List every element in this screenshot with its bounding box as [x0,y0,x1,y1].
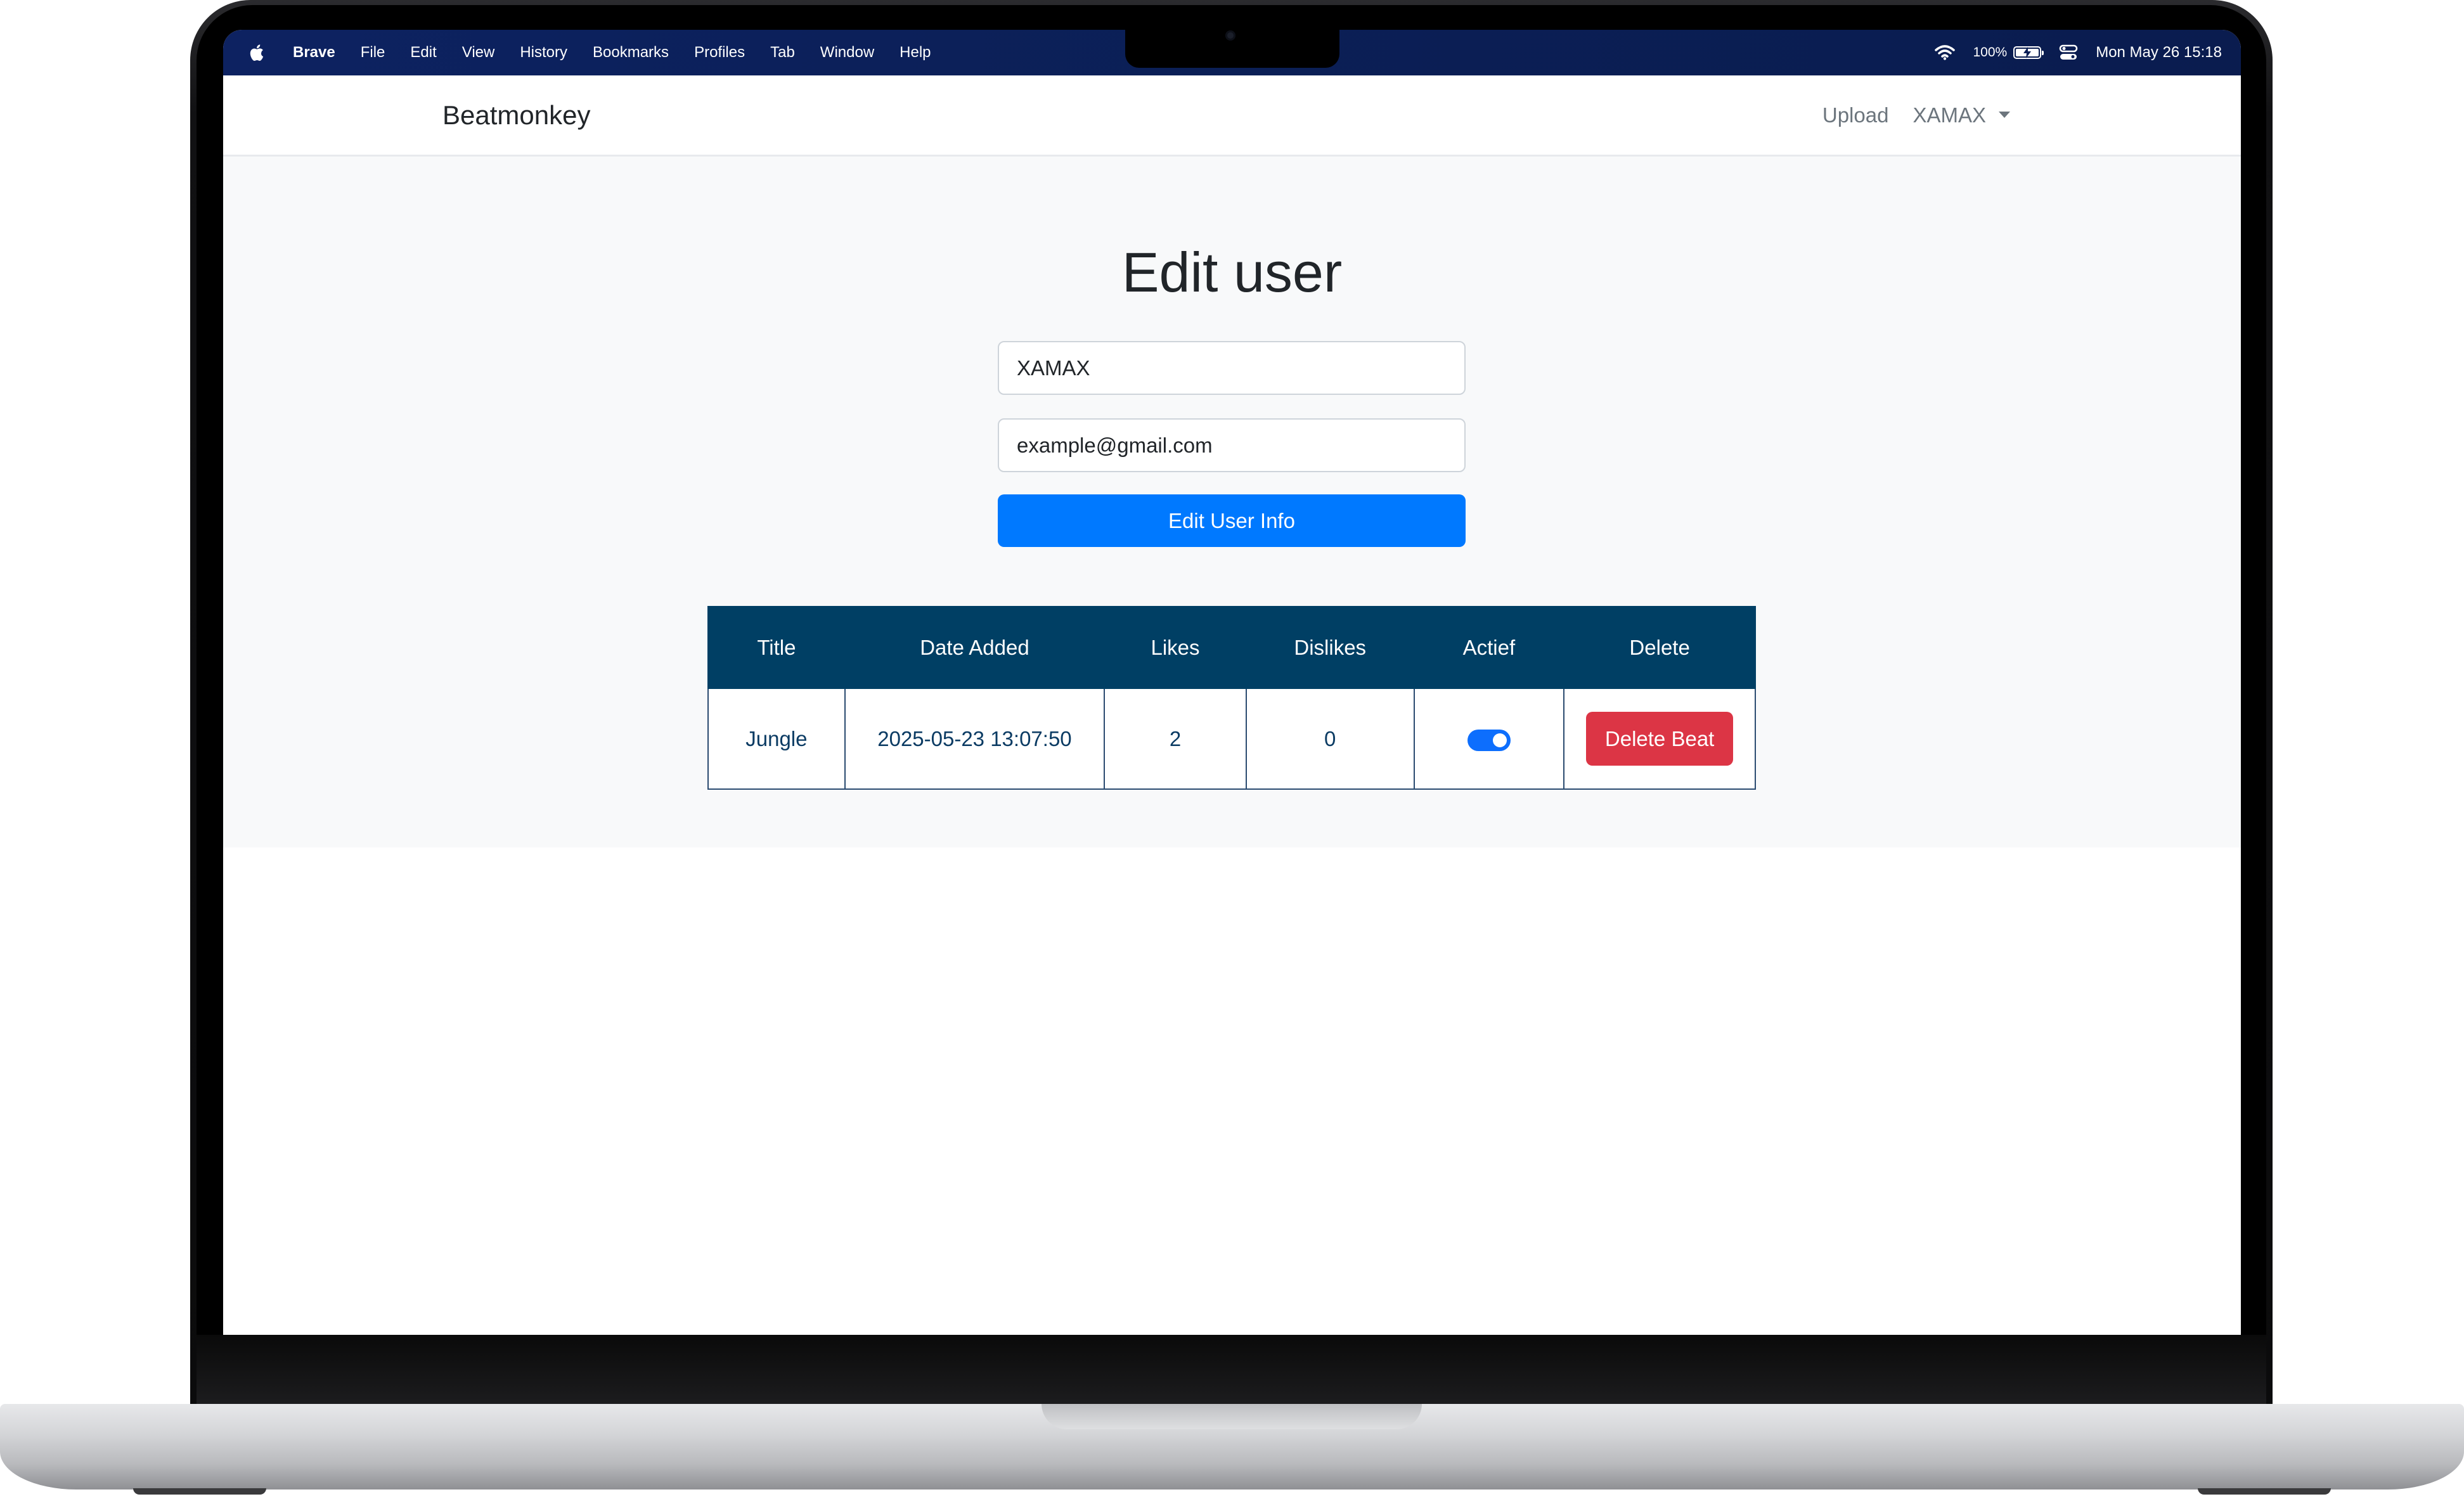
cell-delete: Delete Beat [1563,688,1756,790]
page-title: Edit user [1121,241,1343,304]
column-header-dislikes: Dislikes [1245,606,1415,689]
control-center-icon[interactable] [2059,44,2078,61]
column-header-actief: Actief [1413,606,1565,689]
toggle-knob [1492,733,1507,747]
user-menu-label: XAMAX [1913,103,1986,127]
menu-bar-left: Brave File Edit View History Bookmarks P… [247,30,957,75]
active-toggle[interactable] [1467,729,1511,751]
cell-dislikes: 0 [1245,688,1415,790]
main-content: Edit user Edit User Info Title Date Adde… [223,157,2241,847]
menu-tab[interactable]: Tab [770,44,795,61]
menu-bar-status: 100% Mon May 26 15:18 [1935,30,2222,75]
column-header-delete: Delete [1563,606,1756,689]
battery-icon[interactable] [2013,46,2044,59]
column-header-likes: Likes [1104,606,1247,689]
apple-icon[interactable] [247,43,265,62]
menu-history[interactable]: History [520,44,567,61]
table-row: Jungle 2025-05-23 13:07:50 2 0 Delete Be… [707,688,1756,790]
wifi-icon[interactable] [1935,45,1956,60]
cell-title: Jungle [707,688,846,790]
beats-table: Title Date Added Likes Dislikes Actief D… [707,606,1756,790]
cell-likes: 2 [1104,688,1247,790]
edit-user-info-button[interactable]: Edit User Info [998,494,1466,547]
laptop-foot-right [2198,1488,2331,1495]
site-navbar: Beatmonkey Upload XAMAX [223,75,2241,157]
table-header-row: Title Date Added Likes Dislikes Actief D… [707,606,1756,689]
email-field[interactable] [998,418,1466,472]
cell-date-added: 2025-05-23 13:07:50 [844,688,1106,790]
menu-app-name[interactable]: Brave [293,44,335,61]
username-field[interactable] [998,341,1466,395]
menu-window[interactable]: Window [820,44,874,61]
menu-help[interactable]: Help [900,44,931,61]
laptop-foot-left [133,1488,266,1495]
delete-beat-button[interactable]: Delete Beat [1585,712,1734,766]
laptop-screen: Brave File Edit View History Bookmarks P… [223,30,2241,1335]
menu-bookmarks[interactable]: Bookmarks [593,44,669,61]
menu-bar-clock[interactable]: Mon May 26 15:18 [2096,44,2222,61]
navbar-links: Upload XAMAX [1822,75,2010,155]
column-header-date-added: Date Added [844,606,1106,689]
menu-file[interactable]: File [361,44,385,61]
brand-logo-text[interactable]: Beatmonkey [442,75,590,155]
camera-icon [1225,30,1235,41]
column-header-title: Title [707,606,846,689]
user-menu-dropdown[interactable]: XAMAX [1913,103,2010,127]
menu-profiles[interactable]: Profiles [694,44,745,61]
cell-actief [1413,688,1565,790]
menu-view[interactable]: View [462,44,495,61]
laptop-opening-groove [1042,1404,1422,1429]
laptop-chin [197,1335,2266,1405]
menu-edit[interactable]: Edit [410,44,436,61]
battery-percentage: 100% [1973,45,2008,60]
upload-link[interactable]: Upload [1822,103,1889,127]
caret-down-icon [1999,111,2010,118]
charging-bolt-icon [2023,47,2032,58]
